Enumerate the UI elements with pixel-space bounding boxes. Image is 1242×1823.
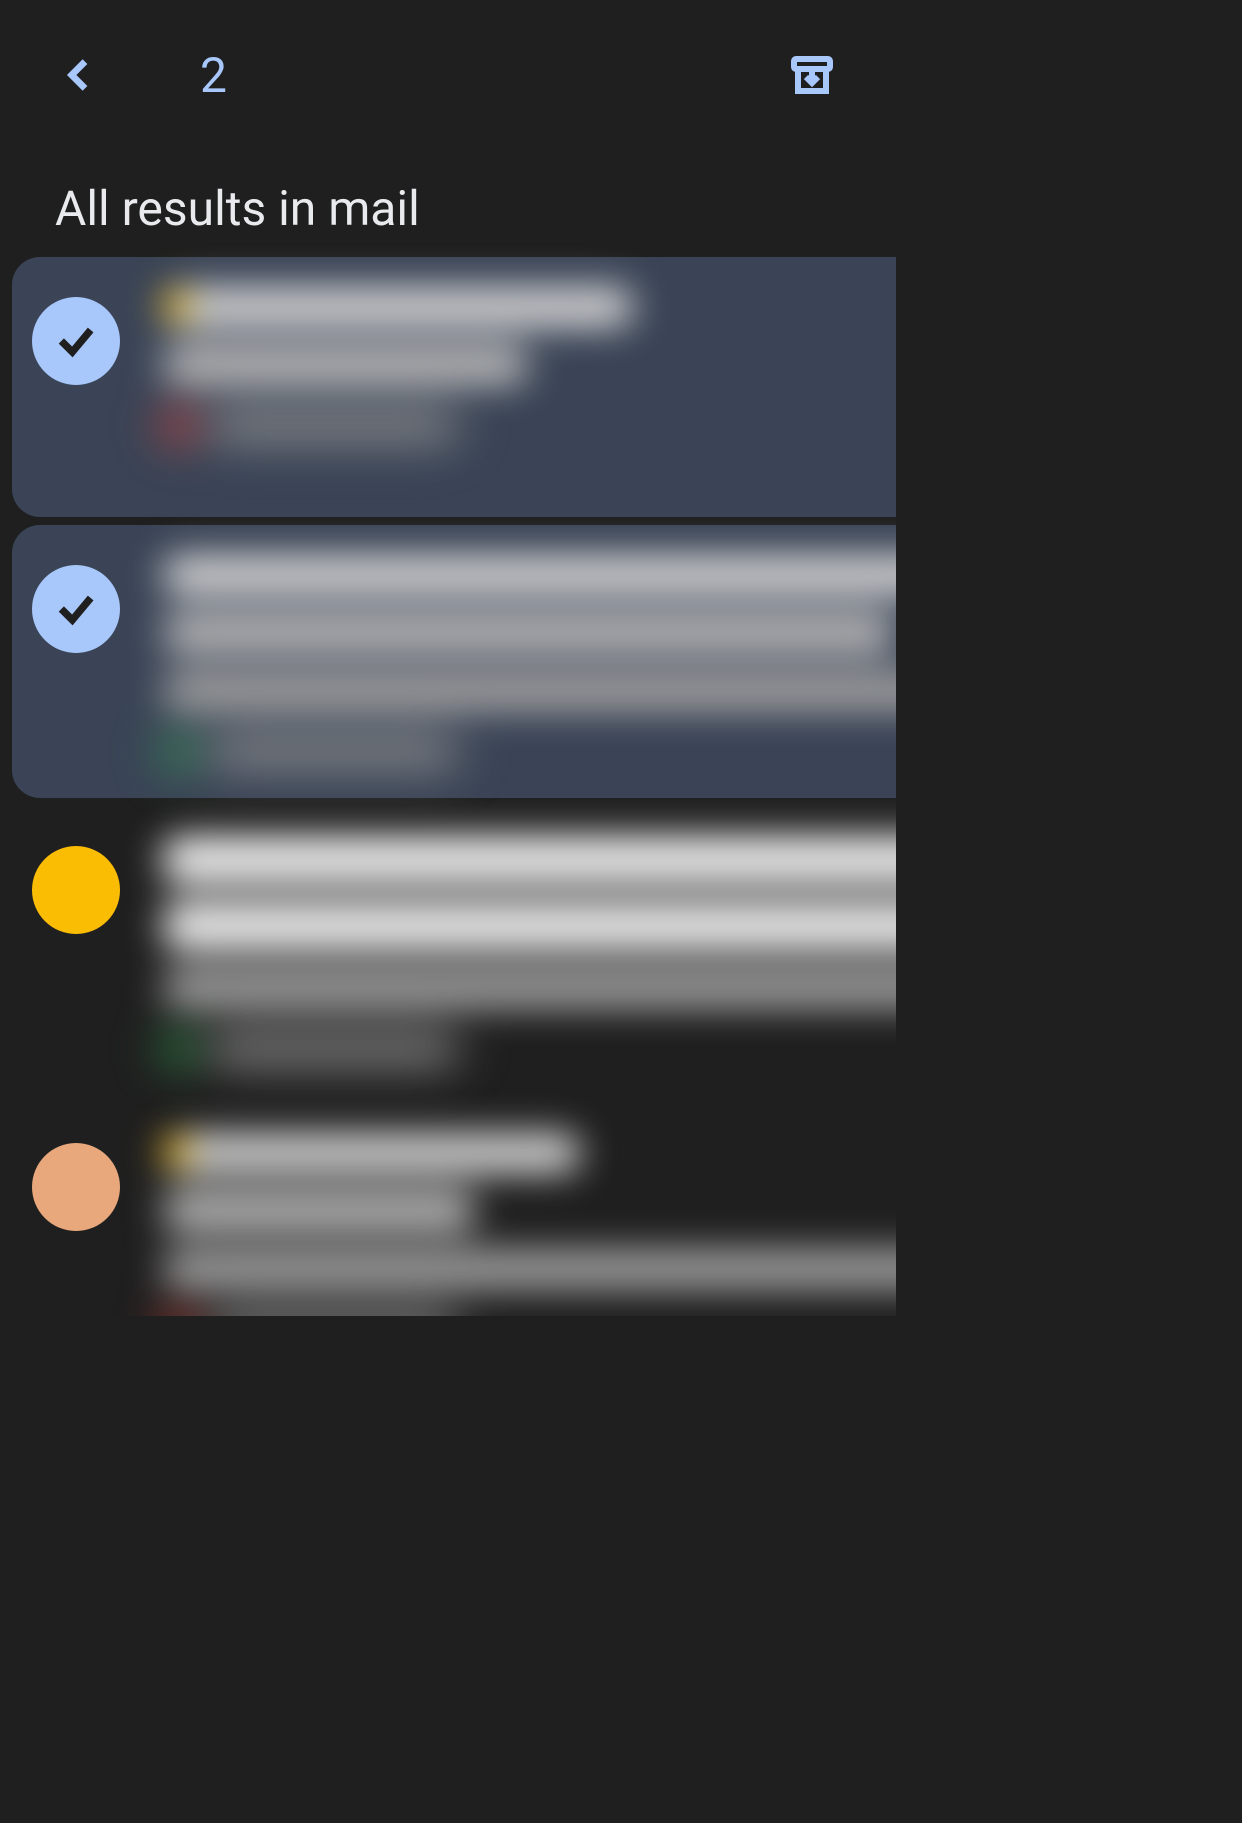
mail-content-blurred xyxy=(142,555,896,768)
selected-indicator xyxy=(32,297,120,385)
check-icon xyxy=(54,587,98,631)
section-title: All results in mail xyxy=(0,150,896,257)
header-actions xyxy=(782,45,896,105)
chevron-left-icon xyxy=(60,55,100,95)
selection-header: 2 xyxy=(0,0,896,150)
sender-avatar xyxy=(32,846,120,934)
mail-item[interactable] xyxy=(12,806,896,1095)
mail-content-blurred xyxy=(142,836,896,1065)
mail-content-blurred xyxy=(142,287,896,487)
mail-item[interactable] xyxy=(12,525,896,798)
mail-content-blurred xyxy=(142,1133,896,1316)
mail-list xyxy=(0,257,896,1316)
back-button[interactable] xyxy=(40,35,120,115)
mail-item[interactable] xyxy=(12,257,896,517)
avatar-area[interactable] xyxy=(32,287,142,487)
selection-count: 2 xyxy=(200,47,227,104)
selected-indicator xyxy=(32,565,120,653)
sender-avatar xyxy=(32,1143,120,1231)
check-icon xyxy=(54,319,98,363)
mail-item[interactable] xyxy=(12,1103,896,1316)
avatar-area[interactable] xyxy=(32,1133,142,1316)
avatar-area[interactable] xyxy=(32,836,142,1065)
archive-button[interactable] xyxy=(782,45,842,105)
archive-icon xyxy=(788,51,836,99)
avatar-area[interactable] xyxy=(32,555,142,768)
